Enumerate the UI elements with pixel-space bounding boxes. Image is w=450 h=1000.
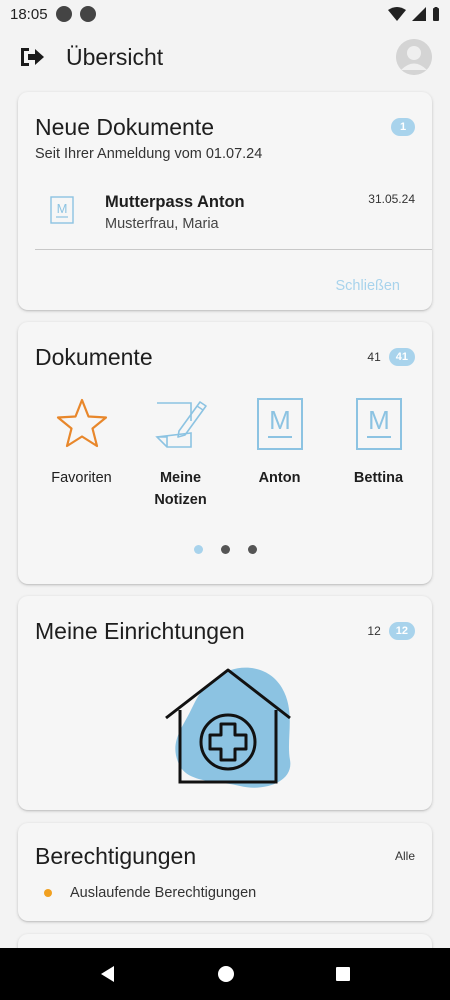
permissions-card: Berechtigungen Alle Auslaufende Berechti… <box>18 823 432 921</box>
wifi-icon <box>388 7 406 21</box>
document-date: 31.05.24 <box>368 192 415 206</box>
pager-dot-1[interactable] <box>193 545 203 554</box>
logout-arrow-icon[interactable] <box>18 43 46 71</box>
battery-icon <box>433 7 439 21</box>
institutions-title: Meine Einrichtungen <box>35 618 245 644</box>
new-documents-card: Neue Dokumente 1 Seit Ihrer Anmeldung vo… <box>18 92 432 310</box>
divider <box>35 249 432 250</box>
documents-title: Dokumente <box>35 344 153 370</box>
document-title: Mutterpass Anton <box>105 193 245 211</box>
svg-text:M: M <box>269 405 291 435</box>
new-documents-subtitle: Seit Ihrer Anmeldung vom 01.07.24 <box>35 146 263 162</box>
documents-count: 41 <box>367 350 381 364</box>
user-avatar-icon[interactable] <box>396 39 432 75</box>
close-button[interactable]: Schließen <box>336 278 400 294</box>
document-m-icon: M <box>50 196 74 224</box>
all-permissions-link[interactable]: Alle <box>395 849 415 863</box>
documents-card: Dokumente 41 41 Favoriten Meine Notizen … <box>18 322 432 584</box>
folder-label: Bettina <box>353 470 404 486</box>
folder-label: Anton <box>258 470 301 486</box>
folder-my-notes[interactable]: Meine Notizen <box>131 397 230 511</box>
institutions-counts: 12 12 <box>367 622 415 640</box>
document-folders: Favoriten Meine Notizen M Anton M Bettin… <box>32 397 432 511</box>
folder-label: Favoriten <box>51 470 112 486</box>
app-bar: Übersicht <box>0 28 450 86</box>
status-time: 18:05 <box>10 5 48 23</box>
pager-dot-3[interactable] <box>247 545 257 554</box>
back-icon[interactable] <box>99 965 117 983</box>
system-nav-bar <box>0 948 450 1000</box>
folder-bettina[interactable]: M Bettina <box>329 397 428 511</box>
documents-badge: 41 <box>388 348 415 366</box>
new-documents-title: Neue Dokumente <box>35 114 214 140</box>
pager-dot-2[interactable] <box>220 545 230 554</box>
new-documents-badge: 1 <box>391 118 415 136</box>
document-m-icon: M <box>355 398 402 450</box>
pager-dots <box>18 545 432 554</box>
documents-counts: 41 41 <box>367 348 415 366</box>
medical-house-icon <box>165 667 291 788</box>
institutions-card[interactable]: Meine Einrichtungen 12 12 <box>18 596 432 810</box>
institutions-badge: 12 <box>388 622 415 640</box>
app-notification-icon <box>79 6 96 22</box>
document-subtitle: Musterfrau, Maria <box>105 216 219 232</box>
note-edit-icon <box>154 401 207 448</box>
svg-text:M: M <box>368 405 390 435</box>
recents-icon[interactable] <box>335 966 351 982</box>
expiring-permissions-label: Auslaufende Berechtigungen <box>70 885 257 901</box>
cell-signal-icon <box>412 7 426 21</box>
document-m-icon: M <box>256 398 303 450</box>
page-title: Übersicht <box>66 43 164 70</box>
folder-label: Meine Notizen <box>154 470 207 508</box>
sync-notification-icon <box>55 6 72 22</box>
folder-anton[interactable]: M Anton <box>230 397 329 511</box>
star-icon <box>56 398 107 448</box>
home-icon[interactable] <box>217 965 235 983</box>
expiring-permissions-item[interactable]: Auslaufende Berechtigungen <box>44 885 256 901</box>
institutions-count: 12 <box>367 624 381 638</box>
warning-dot-icon <box>44 889 52 897</box>
status-bar: 18:05 <box>0 0 450 28</box>
permissions-title: Berechtigungen <box>35 843 197 869</box>
svg-text:M: M <box>57 201 68 216</box>
folder-favorites[interactable]: Favoriten <box>32 397 131 511</box>
